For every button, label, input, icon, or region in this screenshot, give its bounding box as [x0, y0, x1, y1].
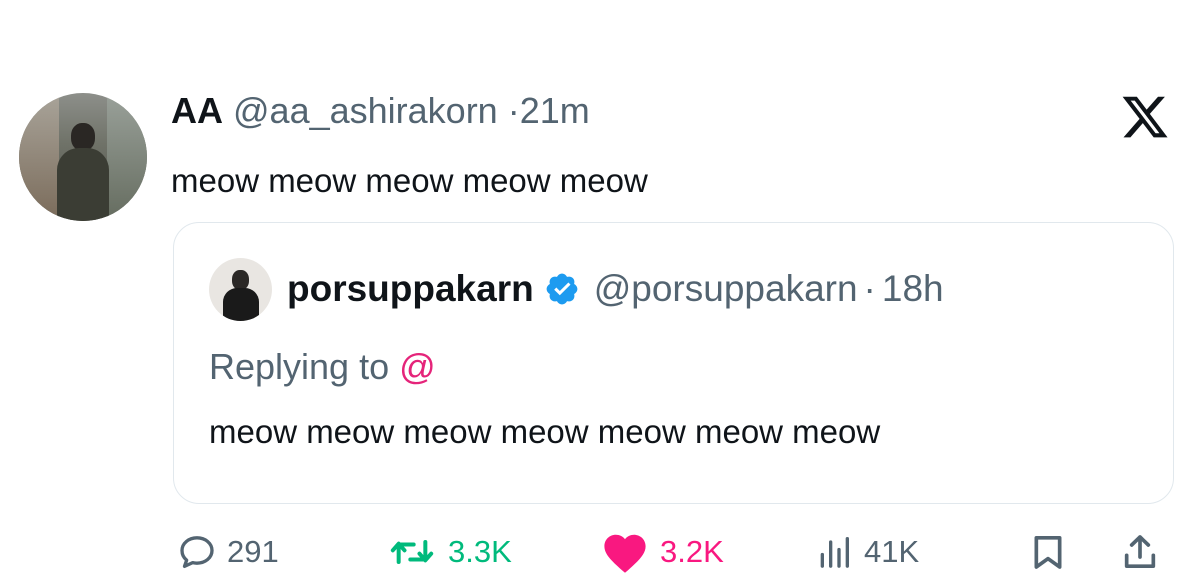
- quoted-tweet-text: meow meow meow meow meow meow meow: [209, 413, 881, 450]
- bookmark-button[interactable]: [1028, 528, 1068, 576]
- quoted-author-display-name[interactable]: porsuppakarn: [287, 266, 534, 312]
- bookmark-icon: [1034, 536, 1062, 569]
- quoted-tweet-header: porsuppakarn @porsuppakarn · 18h: [287, 266, 944, 312]
- reply-count: 291: [227, 534, 279, 569]
- like-button[interactable]: 3.2K: [600, 528, 724, 576]
- quoted-tweet-timestamp[interactable]: 18h: [882, 266, 944, 312]
- replying-to-label: Replying to: [209, 346, 390, 387]
- tweet-header: AA @aa_ashirakorn ·21m: [171, 88, 590, 134]
- retweet-button[interactable]: 3.3K: [386, 528, 512, 576]
- avatar-figure-body: [223, 288, 259, 321]
- share-icon: [1124, 535, 1156, 568]
- tweet-text: meow meow meow meow meow: [171, 162, 648, 199]
- author-avatar[interactable]: [19, 93, 147, 221]
- author-display-name[interactable]: AA: [171, 90, 223, 131]
- heart-icon: [604, 534, 646, 573]
- quoted-header-separator: ·: [863, 268, 876, 309]
- retweet-icon: [390, 540, 434, 564]
- share-button[interactable]: [1120, 528, 1160, 576]
- replying-to-mention[interactable]: @: [399, 346, 436, 387]
- quoted-author-avatar[interactable]: [209, 258, 272, 321]
- retweet-count: 3.3K: [448, 534, 512, 569]
- like-count: 3.2K: [660, 534, 724, 569]
- avatar-figure-head: [232, 270, 249, 290]
- analytics-icon: [820, 537, 849, 568]
- avatar-background: [19, 93, 59, 221]
- avatar-background: [107, 93, 147, 221]
- avatar-figure-head: [71, 123, 95, 151]
- tweet-timestamp[interactable]: 21m: [520, 90, 590, 131]
- verified-badge-icon: [546, 273, 578, 305]
- reply-icon: [180, 536, 214, 568]
- views-button[interactable]: 41K: [814, 528, 919, 576]
- quoted-author-handle[interactable]: @porsuppakarn: [594, 266, 858, 312]
- author-handle[interactable]: @aa_ashirakorn: [233, 90, 498, 131]
- replying-to-line: Replying to @: [209, 344, 436, 390]
- x-logo-icon: [1122, 96, 1168, 138]
- avatar-figure-body: [57, 148, 109, 221]
- views-count: 41K: [864, 534, 920, 569]
- reply-button[interactable]: 291: [177, 528, 279, 576]
- header-separator: ·: [507, 90, 520, 131]
